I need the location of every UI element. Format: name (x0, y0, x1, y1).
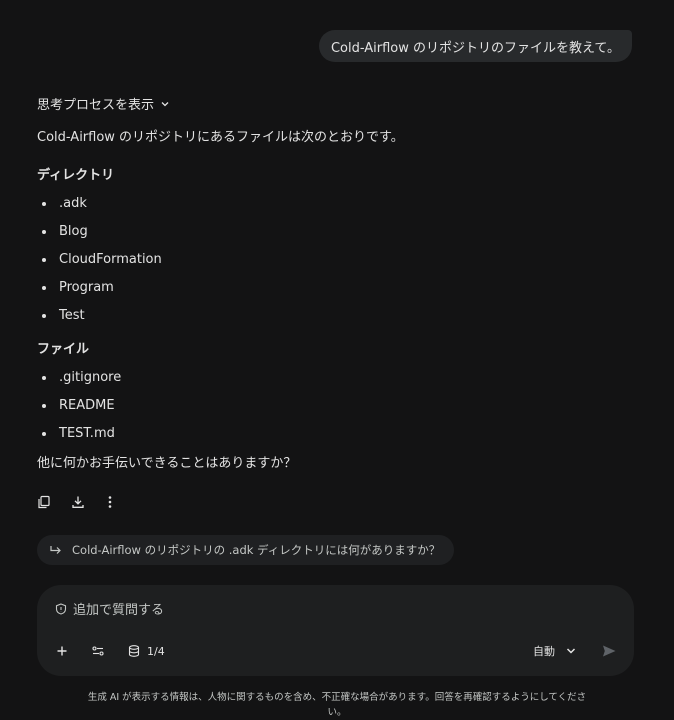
plus-icon (57, 646, 67, 656)
tools-icon (92, 646, 104, 656)
list-item: Program (37, 274, 627, 302)
files-heading: ファイル (37, 342, 90, 357)
list-item: CloudFormation (37, 246, 627, 274)
send-button[interactable] (601, 643, 617, 659)
download-button[interactable] (71, 493, 105, 511)
prompt-placeholder: 追加で質問する (73, 603, 165, 618)
mode-selector[interactable]: 自動 (533, 643, 577, 659)
sources-button[interactable]: 1/4 (127, 643, 165, 659)
answer-closing: 他に何かお手伝いできることはありますか？ (37, 456, 297, 471)
source-count: 1/4 (147, 644, 165, 658)
list-item: Test (37, 302, 627, 330)
directory-list: .adk Blog CloudFormation Program Test (37, 190, 627, 330)
download-icon (72, 496, 84, 508)
suggested-followup-chip[interactable]: Cold-Airflow のリポジトリの .adk ディレクトリには何があります… (37, 535, 455, 565)
tools-button[interactable] (91, 643, 105, 659)
composer: 追加で質問する 1/4 自動 (37, 585, 634, 676)
show-thinking-toggle[interactable]: 思考プロセスを表示 (37, 94, 170, 113)
disclaimer: 生成 AI が表示する情報は、人物に関するものを含め、不正確な場合があります。回… (87, 692, 587, 718)
user-message-bubble: Cold-Airflow のリポジトリのファイルを教えて。 (318, 30, 632, 62)
add-button[interactable] (55, 643, 69, 659)
database-icon (128, 645, 140, 657)
chevron-down-icon (161, 101, 169, 106)
file-list: .gitignore README TEST.md (37, 364, 627, 448)
list-item: Blog (37, 218, 627, 246)
more-vert-icon (108, 496, 112, 508)
list-item: .adk (37, 190, 627, 218)
suggestion-text: Cold-Airflow のリポジトリの .adk ディレクトリには何があります… (72, 543, 441, 557)
copy-button[interactable] (37, 493, 71, 511)
shield-icon (55, 602, 67, 615)
answer-intro: Cold-Airflow のリポジトリにあるファイルは次のとおりです。 (37, 130, 404, 145)
send-icon (603, 645, 616, 657)
prompt-input[interactable]: 追加で質問する (55, 599, 164, 618)
user-message-text: Cold-Airflow のリポジトリのファイルを教えて。 (330, 40, 620, 56)
more-options-button[interactable] (105, 493, 139, 511)
chevron-down-icon (566, 648, 576, 654)
mode-label: 自動 (533, 645, 555, 658)
chat-screen: Cold-Airflow のリポジトリのファイルを教えて。 思考プロセスを表示 … (0, 0, 674, 720)
assistant-answer: Cold-Airflow のリポジトリにあるファイルは次のとおりです。 ディレク… (37, 128, 627, 474)
list-item: README (37, 392, 627, 420)
list-item: .gitignore (37, 364, 627, 392)
show-thinking-label: 思考プロセスを表示 (37, 98, 155, 113)
directories-heading: ディレクトリ (37, 168, 115, 183)
copy-icon (38, 495, 50, 509)
reply-arrow-icon (50, 545, 61, 554)
response-actions (37, 493, 139, 511)
list-item: TEST.md (37, 420, 627, 448)
